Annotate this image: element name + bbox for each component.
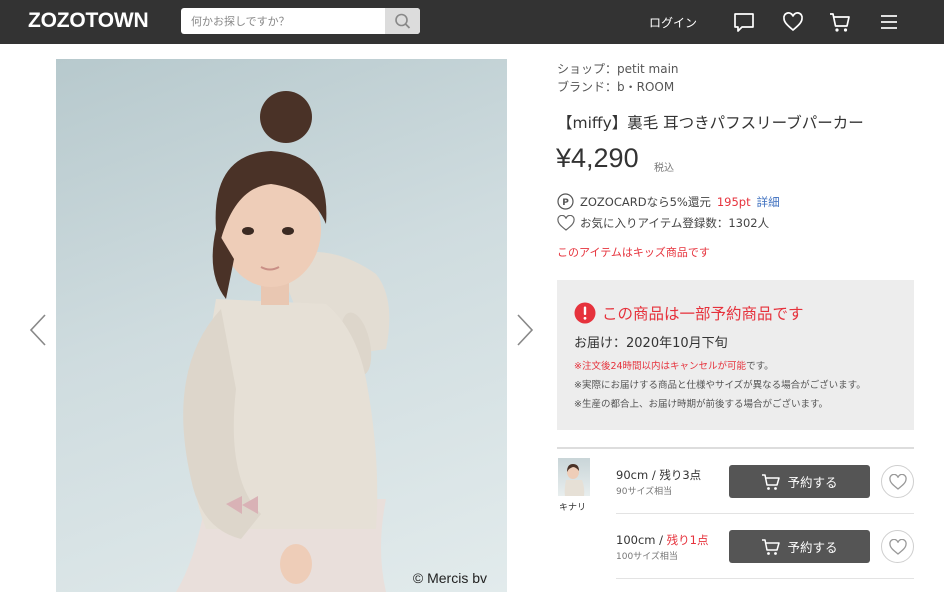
svg-text:P: P [562, 198, 569, 208]
details-link[interactable]: 詳細 [757, 194, 780, 210]
login-link[interactable]: ログイン [649, 14, 697, 31]
chat-icon[interactable] [732, 10, 756, 34]
image-copyright: © Mercis bv [412, 570, 487, 586]
product-price: ¥4,290 [556, 143, 639, 173]
kids-notice: このアイテムはキッズ商品です [557, 246, 710, 259]
row-divider [616, 578, 914, 579]
favorite-button[interactable] [881, 530, 914, 563]
heart-icon[interactable] [781, 10, 805, 34]
color-thumbnail[interactable] [558, 458, 590, 496]
site-logo[interactable]: ZOZOTOWN [28, 9, 149, 33]
points-value: 195pt [716, 194, 751, 209]
heart-outline-icon [557, 215, 575, 231]
size-row-100: 100cm / 残り1点 [616, 532, 709, 548]
menu-icon[interactable] [877, 10, 901, 34]
search-icon [395, 13, 411, 29]
next-image-arrow[interactable] [513, 312, 537, 348]
reserve-button-label: 予約する [787, 540, 838, 555]
stock-label: 残り3点 [659, 468, 702, 482]
cart-icon[interactable] [828, 10, 852, 34]
reserve-button[interactable]: 予約する [729, 530, 870, 563]
notice-headline-row: この商品は一部予約商品です [574, 302, 804, 324]
cart-icon [762, 473, 781, 490]
timing-note: ※生産の都合上、お届け時期が前後する場合がございます。 [574, 399, 829, 410]
size-equivalent: 100サイズ相当 [616, 552, 678, 562]
notice-headline: この商品は一部予約商品です [602, 305, 804, 323]
row-divider [616, 513, 914, 514]
color-label: キナリ [559, 503, 587, 513]
search-box [181, 8, 420, 34]
size-label: 100cm / [616, 533, 667, 547]
tax-label: 税込 [654, 163, 674, 174]
thumbnail-image [564, 464, 585, 496]
favorites-row: お気に入りアイテム登録数：1302人 [557, 215, 769, 231]
search-button[interactable] [385, 8, 420, 34]
exclamation-icon [574, 302, 596, 324]
reserve-button[interactable]: 予約する [729, 465, 870, 498]
cancel-note-rest: です。 [746, 361, 774, 372]
child-in-hoodie-illustration [176, 91, 390, 592]
spec-note: ※実際にお届けする商品と仕様やサイズが異なる場合がございます。 [574, 380, 866, 391]
size-row-90: 90cm / 残り3点 [616, 467, 701, 483]
favorite-button[interactable] [881, 465, 914, 498]
favorites-count: お気に入りアイテム登録数：1302人 [580, 216, 770, 230]
size-equivalent: 90サイズ相当 [616, 487, 673, 497]
zozocard-text: ZOZOCARDなら5%還元 [580, 194, 711, 209]
preorder-notice: この商品は一部予約商品です お届け：2020年10月下旬 ※注文後24時間以内は… [557, 280, 914, 430]
delivery-date: お届け：2020年10月下旬 [574, 336, 728, 351]
search-input[interactable] [181, 8, 385, 34]
previous-image-arrow[interactable] [26, 312, 50, 348]
heart-icon [888, 473, 907, 490]
product-image[interactable]: © Mercis bv [56, 59, 507, 592]
point-icon: P [557, 193, 574, 210]
zozocard-row: P ZOZOCARDなら5%還元 195pt 詳細 [557, 193, 780, 210]
brand-name[interactable]: ブランド：b・ROOM [557, 78, 674, 95]
heart-icon [888, 538, 907, 555]
reserve-button-label: 予約する [787, 475, 838, 490]
section-divider [557, 447, 914, 449]
shop-name[interactable]: ショップ：petit main [557, 60, 679, 77]
cancel-note-red: ※注文後24時間以内はキャンセルが可能 [574, 361, 747, 372]
size-label: 90cm / [616, 468, 660, 482]
product-title: 【miffy】裏毛 耳つきパフスリーブパーカー [557, 114, 864, 132]
site-header: ZOZOTOWN ログイン [0, 0, 944, 44]
stock-label: 残り1点 [666, 533, 709, 547]
cart-icon [762, 538, 781, 555]
cancel-note: ※注文後24時間以内はキャンセルが可能です。 [574, 358, 774, 372]
